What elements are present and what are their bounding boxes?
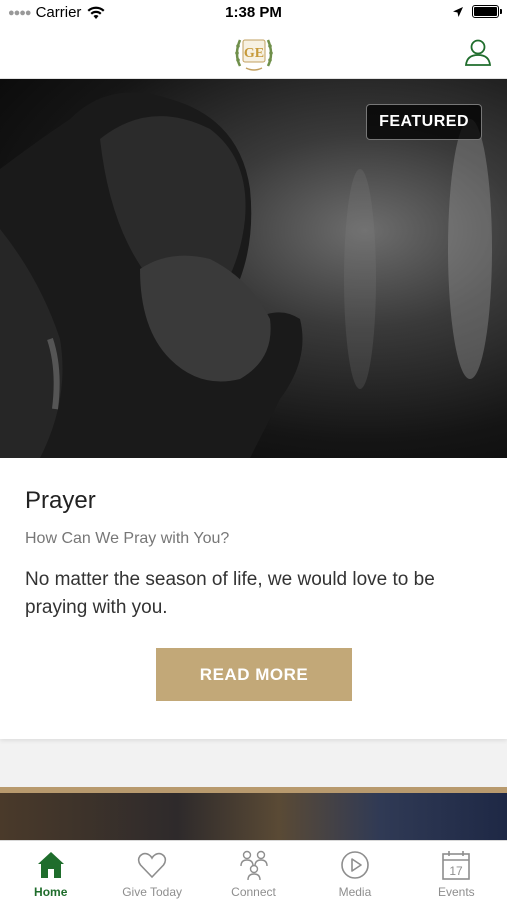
tab-give-today-label: Give Today [122,885,183,899]
read-more-button[interactable]: READ MORE [156,648,352,701]
tab-bar: Home Give Today Connect Media 17 Events [0,840,507,900]
battery-fill [474,7,497,16]
calendar-day: 17 [450,864,464,878]
home-icon [37,852,64,878]
tab-events-label: Events [437,885,475,899]
next-card-image[interactable] [0,787,507,847]
tab-connect[interactable]: Connect [203,841,304,900]
play-circle-icon [341,851,369,879]
tab-give-today[interactable]: Give Today [101,841,202,900]
location-arrow-icon [453,6,463,17]
app-screen: ●●●● Carrier 1:38 PM GE FEATURED Prayer … [0,0,507,900]
tab-media-label: Media [338,885,372,899]
card-title: Prayer [25,487,96,514]
people-icon [239,850,268,881]
logo-initials: GE [244,46,264,61]
nav-bar: GE [0,26,507,79]
heart-icon [137,852,167,879]
status-time: 1:38 PM [225,4,282,21]
card-body: No matter the season of life, we would l… [25,569,435,618]
tab-events[interactable]: 17 Events [406,841,507,900]
status-bar: ●●●● Carrier 1:38 PM [0,0,507,26]
tab-home[interactable]: Home [0,841,101,900]
hero-image: FEATURED [0,79,507,458]
featured-card[interactable]: FEATURED Prayer How Can We Pray with You… [0,79,507,739]
status-right [452,5,502,18]
calendar-icon: 17 [442,851,471,880]
next-card-border [0,787,507,793]
card-subtitle: How Can We Pray with You? [25,530,230,547]
church-logo: GE [235,39,273,71]
featured-badge: FEATURED [366,104,482,140]
profile-button[interactable] [463,37,493,67]
tab-home-label: Home [34,885,68,899]
tab-media[interactable]: Media [304,841,405,900]
tab-connect-label: Connect [231,885,276,899]
battery-icon [472,5,502,18]
